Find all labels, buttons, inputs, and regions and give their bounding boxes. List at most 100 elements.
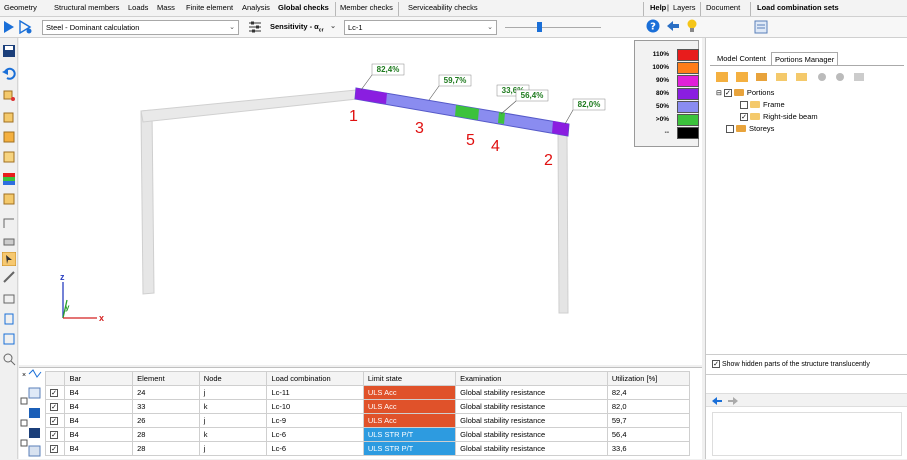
row-checkbox[interactable]: ✓ <box>44 413 66 428</box>
pointer-tool-icon[interactable] <box>2 252 16 266</box>
table-row[interactable]: ✓ B4 28 k Lc-6 ULS STR P/T Global stabil… <box>44 427 691 442</box>
menu-finite-element[interactable]: Finite element <box>186 3 233 12</box>
table-row[interactable]: ✓ B4 33 k Lc-10 ULS Acc Global stability… <box>44 399 691 414</box>
folder-new-icon[interactable] <box>776 73 787 81</box>
row-checkbox[interactable]: ✓ <box>44 441 66 456</box>
forward-arrow-icon[interactable] <box>728 397 738 405</box>
header-element[interactable]: Element <box>132 371 200 386</box>
checkbox[interactable] <box>740 100 748 109</box>
help-icon[interactable]: ? <box>646 19 660 33</box>
menu-geometry[interactable]: Geometry <box>4 3 37 12</box>
menu-loads[interactable]: Loads <box>128 3 148 12</box>
menu-load-combination-sets[interactable]: Load combination sets <box>757 3 839 12</box>
table-row[interactable]: ✓ B4 28 j Lc-6 ULS STR P/T Global stabil… <box>44 441 691 456</box>
lightbulb-icon[interactable] <box>686 19 698 33</box>
save-icon[interactable] <box>2 44 16 58</box>
close-icon[interactable]: × <box>22 372 26 379</box>
legend-swatch <box>677 101 699 113</box>
slider-thumb[interactable] <box>537 22 542 32</box>
sensitivity-select[interactable]: Sensitivity - αcr ⌄ <box>267 20 339 35</box>
slider-track[interactable] <box>505 27 601 28</box>
view-side-icon[interactable] <box>2 312 16 326</box>
tree-item-storeys[interactable]: Storeys <box>726 124 774 133</box>
chart-icon[interactable] <box>28 369 42 378</box>
section-view-icon[interactable] <box>2 216 16 230</box>
left-column[interactable] <box>140 109 155 295</box>
node-tool-icon[interactable] <box>2 88 16 102</box>
zoom-icon[interactable] <box>2 352 16 366</box>
add-portion-icon[interactable] <box>716 72 728 82</box>
view-front-icon[interactable] <box>2 292 16 306</box>
translucent-option[interactable]: ✓ Show hidden parts of the structure tra… <box>712 360 870 368</box>
menu-mass[interactable]: Mass <box>157 3 175 12</box>
tree-item-right-side-beam[interactable]: ✓ Right-side beam <box>740 112 818 121</box>
folder-icon[interactable] <box>756 73 767 81</box>
surface-tool-icon[interactable] <box>2 130 16 144</box>
folder-move-icon[interactable] <box>796 73 807 81</box>
measure-tool-icon[interactable] <box>2 270 16 284</box>
header-limit-state[interactable]: Limit state <box>362 371 457 386</box>
row-checkbox[interactable]: ✓ <box>44 385 66 400</box>
menu-help[interactable]: Help <box>650 3 666 12</box>
tab-model-content[interactable]: Model Content <box>714 52 769 65</box>
checkbox[interactable] <box>726 124 734 133</box>
layers-arrow-icon[interactable] <box>666 20 680 33</box>
checkbox[interactable] <box>20 419 28 427</box>
save-table-icon[interactable] <box>29 428 40 438</box>
settings-sliders-icon[interactable] <box>248 21 262 33</box>
filter-icon[interactable] <box>854 73 864 81</box>
tree-item-frame[interactable]: Frame <box>740 100 785 109</box>
checkbox[interactable]: ✓ <box>740 112 748 121</box>
play-icon[interactable] <box>3 20 15 34</box>
view-top-icon[interactable] <box>2 332 16 346</box>
table-row[interactable]: ✓ B4 24 j Lc-11 ULS Acc Global stability… <box>44 385 691 400</box>
menu-structural-members[interactable]: Structural members <box>54 3 119 12</box>
tab-portions-manager[interactable]: Portions Manager <box>771 52 839 66</box>
export-icon[interactable] <box>28 445 41 457</box>
step-play-icon[interactable] <box>19 20 33 34</box>
header-checkbox[interactable] <box>44 371 66 386</box>
row-checkbox[interactable]: ✓ <box>44 427 66 442</box>
menu-layers[interactable]: Layers <box>673 3 696 12</box>
back-arrow-icon[interactable] <box>712 397 722 405</box>
left-rafter[interactable] <box>140 89 358 123</box>
color-map-icon[interactable] <box>2 172 16 186</box>
tree-item-portions[interactable]: ⊟ ✓ Portions <box>716 88 774 97</box>
print-icon[interactable] <box>2 234 16 248</box>
legend-item: 110% <box>639 49 699 61</box>
table-icon[interactable] <box>29 408 40 418</box>
menu-analysis[interactable]: Analysis <box>242 3 270 12</box>
menu-document[interactable]: Document <box>706 3 740 12</box>
checkbox[interactable]: ✓ <box>723 88 732 97</box>
header-bar[interactable]: Bar <box>64 371 134 386</box>
bar-tool-icon[interactable] <box>2 110 16 124</box>
load-combination-sets-icon[interactable] <box>754 20 768 34</box>
volume-tool-icon[interactable] <box>2 150 16 164</box>
edit-portion-icon[interactable] <box>736 72 748 82</box>
delete-icon[interactable] <box>836 73 844 81</box>
structure-model-svg[interactable]: 82,4% 59,7% 33,6% 56,4% 82,0% 1 3 5 4 2 <box>19 38 702 365</box>
header-node[interactable]: Node <box>198 371 268 386</box>
info-icon[interactable] <box>2 192 16 206</box>
checkbox[interactable]: ✓ <box>712 360 720 368</box>
calculation-select[interactable]: Steel - Dominant calculation ⌄ <box>42 20 239 35</box>
collapse-icon[interactable]: ⊟ <box>716 89 722 97</box>
refresh-icon[interactable] <box>818 73 826 81</box>
checkbox[interactable] <box>20 397 28 405</box>
row-checkbox[interactable]: ✓ <box>44 399 66 414</box>
menu-serviceability-checks[interactable]: Serviceability checks <box>408 3 478 12</box>
model-viewport[interactable]: 82,4% 59,7% 33,6% 56,4% 82,0% 1 3 5 4 2 <box>19 38 702 365</box>
checkbox[interactable] <box>20 439 28 447</box>
header-utilization[interactable]: Utilization [%] <box>606 371 691 386</box>
table-row[interactable]: ✓ B4 26 j Lc-9 ULS Acc Global stability … <box>44 413 691 428</box>
header-examination[interactable]: Examination <box>455 371 608 386</box>
header-load-combination[interactable]: Load combination <box>266 371 364 386</box>
undo-icon[interactable] <box>2 66 16 80</box>
menu-global-checks[interactable]: Global checks <box>278 3 329 12</box>
axis-z-label: z <box>60 272 65 282</box>
menu-member-checks[interactable]: Member checks <box>340 3 393 12</box>
load-combination-select[interactable]: Lc-1 ⌄ <box>344 20 497 35</box>
report-icon[interactable] <box>28 387 41 399</box>
right-column[interactable] <box>557 131 569 314</box>
cell-utilization: 82,0 <box>606 399 691 414</box>
